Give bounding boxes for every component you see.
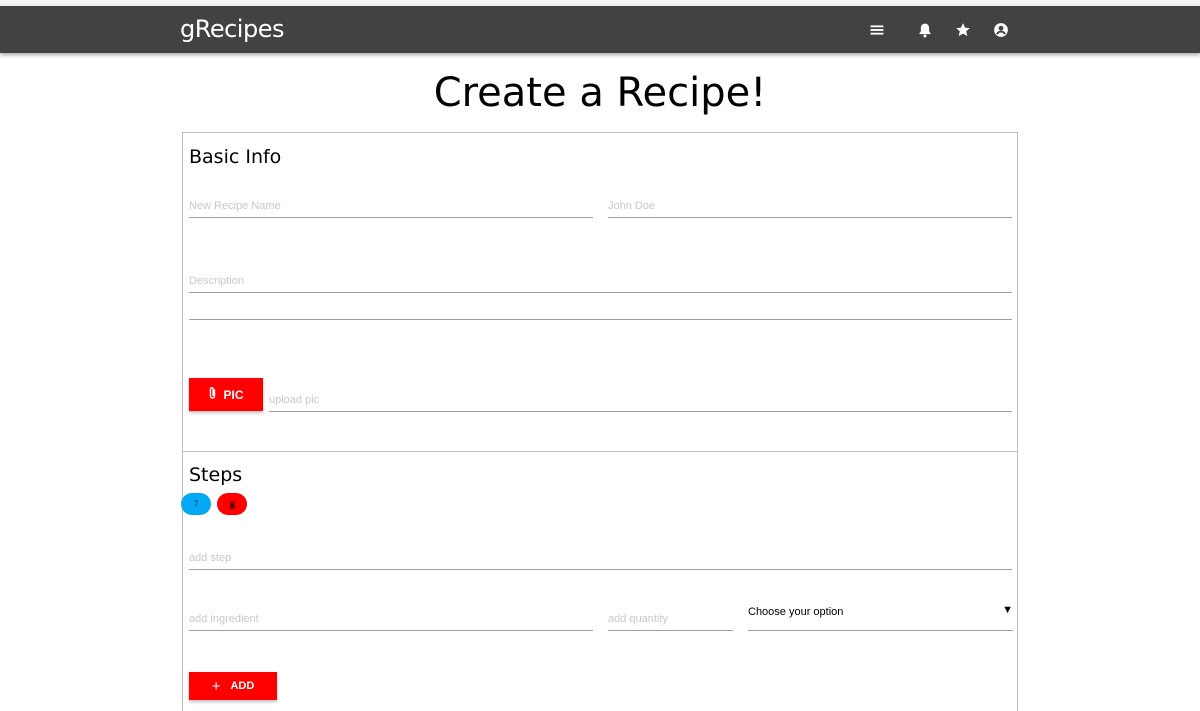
option-select-value: Choose your option: [748, 606, 844, 618]
page-title: Create a Recipe!: [433, 70, 767, 116]
brand-logo[interactable]: gRecipes: [180, 15, 284, 43]
option-select[interactable]: Choose your option ▼: [748, 597, 1013, 631]
pic-upload-button[interactable]: PIC: [189, 378, 263, 411]
pic-button-label: PIC: [223, 387, 244, 402]
add-button[interactable]: + ADD: [189, 672, 277, 700]
navbar: gRecipes: [0, 6, 1200, 53]
basic-info-title: Basic Info: [189, 146, 282, 168]
upload-pic-input[interactable]: [269, 388, 1012, 412]
steps-title: Steps: [189, 464, 243, 486]
menu-icon[interactable]: [866, 19, 888, 41]
description-input[interactable]: [189, 269, 1012, 293]
paperclip-icon: [208, 386, 217, 403]
delete-step-pill[interactable]: [217, 493, 247, 515]
recipe-name-input[interactable]: [189, 194, 593, 218]
author-name-input[interactable]: [608, 194, 1012, 218]
plus-icon: +: [211, 677, 221, 695]
edit-step-pill[interactable]: 7: [181, 493, 211, 515]
account-icon[interactable]: [990, 19, 1012, 41]
add-ingredient-input[interactable]: [189, 607, 593, 631]
add-step-input[interactable]: [189, 546, 1012, 570]
description-underline: [189, 319, 1012, 320]
trash-icon: [229, 497, 236, 512]
basic-info-section: Basic Info PIC: [182, 132, 1018, 452]
star-icon[interactable]: [952, 19, 974, 41]
edit-pill-label: 7: [193, 499, 199, 509]
dropdown-caret-icon: ▼: [1002, 604, 1013, 616]
steps-section: Steps 7 Choose your option ▼ + ADD: [181, 451, 1018, 711]
add-quantity-input[interactable]: [608, 607, 733, 631]
notifications-icon[interactable]: [914, 19, 936, 41]
add-button-label: ADD: [230, 680, 255, 692]
